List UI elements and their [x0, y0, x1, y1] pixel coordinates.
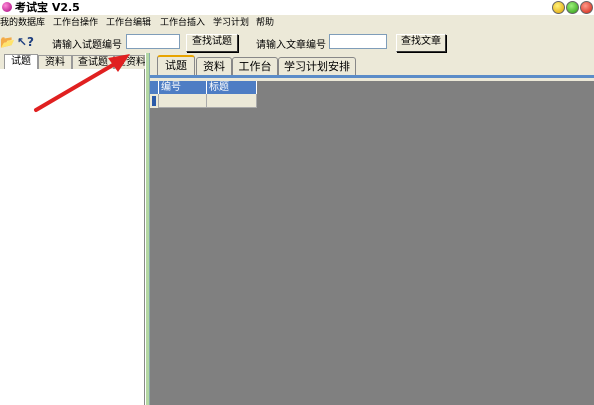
tab-questions[interactable]: 试题	[157, 55, 195, 77]
folder-icon[interactable]: 📂	[0, 35, 15, 49]
article-number-label: 请输入文章编号	[256, 40, 326, 51]
menu-bar: 我的数据库 工作台操作 工作台编辑 工作台插入 学习计划 帮助	[0, 16, 594, 30]
article-number-input[interactable]	[329, 34, 387, 49]
tab-workbench[interactable]: 工作台	[232, 57, 278, 76]
right-panel: 试题 资料 工作台 学习计划安排 编号 标题	[150, 53, 594, 405]
left-tree-pane[interactable]	[0, 69, 145, 405]
maximize-button[interactable]	[566, 1, 579, 14]
left-panel: 试题 资料 查试题 查资料	[0, 53, 145, 405]
close-button[interactable]	[580, 1, 593, 14]
toolbar: 📂 ↖? 请输入试题编号 查找试题 请输入文章编号 查找文章	[0, 31, 594, 53]
table-row-cell-number[interactable]	[159, 94, 207, 108]
menu-workbench-edit[interactable]: 工作台编辑	[106, 16, 151, 30]
menu-help[interactable]: 帮助	[256, 16, 274, 30]
find-article-button[interactable]: 查找文章	[396, 34, 446, 52]
minimize-button[interactable]	[552, 1, 565, 14]
app-icon	[2, 2, 12, 12]
current-row-marker	[152, 96, 156, 106]
find-question-button[interactable]: 查找试题	[186, 34, 238, 52]
question-number-label: 请输入试题编号	[52, 40, 122, 51]
tab-materials[interactable]: 资料	[196, 57, 232, 76]
menu-my-database[interactable]: 我的数据库	[0, 16, 45, 30]
tab-study-plan[interactable]: 学习计划安排	[278, 57, 356, 76]
menu-study-plan[interactable]: 学习计划	[213, 16, 249, 30]
left-tab-questions[interactable]: 试题	[4, 54, 38, 69]
row-indicator[interactable]	[150, 94, 159, 108]
menu-workbench-operations[interactable]: 工作台操作	[53, 16, 98, 30]
left-tab-strip: 试题 资料 查试题 查资料	[0, 53, 145, 69]
column-header-title[interactable]: 标题	[207, 81, 257, 94]
menu-workbench-insert[interactable]: 工作台插入	[160, 16, 205, 30]
title-bar: 考试宝 V2.5	[0, 0, 594, 15]
left-tab-materials[interactable]: 资料	[38, 55, 72, 69]
left-tab-search-materials[interactable]: 查资料	[114, 55, 145, 69]
left-tab-search-questions[interactable]: 查试题	[72, 55, 114, 69]
window-title: 考试宝 V2.5	[15, 1, 80, 14]
tab-underline	[150, 75, 594, 78]
data-grid[interactable]: 编号 标题	[150, 81, 594, 405]
question-number-input[interactable]	[126, 34, 180, 49]
table-row-cell-title[interactable]	[207, 94, 257, 108]
help-pointer-icon[interactable]: ↖?	[17, 35, 34, 49]
grid-corner-header	[150, 81, 159, 94]
column-header-number[interactable]: 编号	[159, 81, 207, 94]
